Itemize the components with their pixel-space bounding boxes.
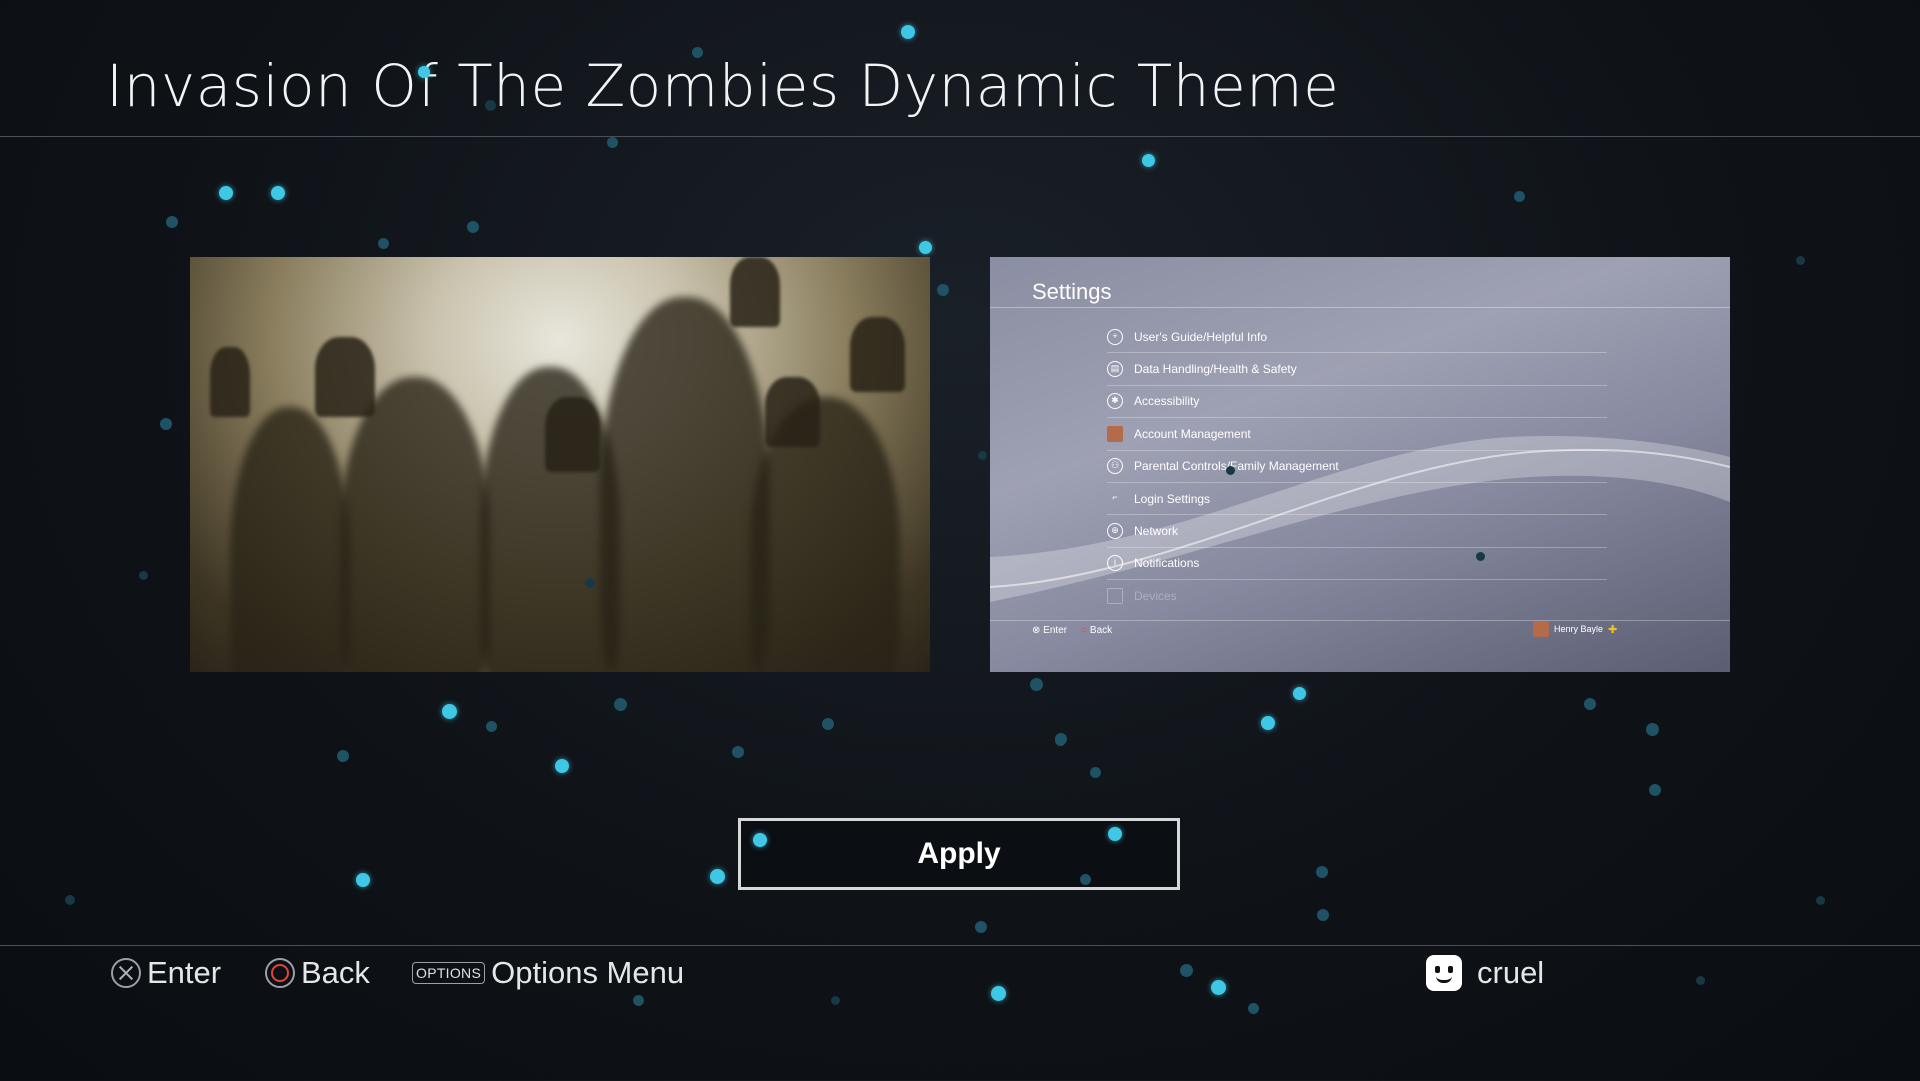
preview-back-label: Back (1089, 625, 1113, 636)
menu-item-label: Accessibility (1134, 394, 1200, 409)
particle (1815, 895, 1825, 905)
list-item: ⚇ Parental Controls/Family Management (1107, 451, 1607, 483)
avatar (1533, 621, 1549, 637)
menu-item-label: Login Settings (1134, 491, 1211, 506)
particle (1795, 255, 1805, 265)
particle (160, 418, 172, 430)
preview-user-name: Henry Bayle (1554, 624, 1604, 634)
menu-item-label: Notifications (1134, 556, 1200, 571)
particle (1316, 866, 1328, 878)
menu-item-label: Data Handling/Health & Safety (1134, 362, 1297, 377)
preview-user: Henry Bayle ✚ (1533, 621, 1617, 637)
preview-settings-menu: + User's Guide/Helpful Info ▤ Data Handlin… (1107, 321, 1607, 612)
parental-controls-icon: ⚇ (1107, 458, 1123, 475)
info-icon: i (1107, 555, 1123, 572)
plus-icon: ✚ (1608, 623, 1618, 636)
header-bar: Invasion Of The Zombies Dynamic Theme (0, 0, 1920, 137)
particle (1089, 766, 1101, 778)
menu-item-label: Parental Controls/Family Management (1134, 459, 1339, 474)
preview-footer-hints: ⊗ Enter ○ Back (1032, 625, 1112, 636)
particle (467, 221, 479, 233)
particle (1645, 722, 1659, 736)
user-indicator[interactable]: cruel (1426, 955, 1544, 991)
menu-item-label: Network (1134, 524, 1179, 539)
circle-button-icon (265, 958, 295, 988)
list-item: Account Management (1107, 418, 1607, 451)
particle (485, 720, 497, 732)
particle (977, 450, 987, 460)
particle (1584, 698, 1596, 710)
particle (732, 746, 744, 758)
back-label: Back (301, 955, 370, 990)
particle (918, 240, 932, 254)
list-item: ▤ Data Handling/Health & Safety (1107, 353, 1607, 386)
user-name: cruel (1477, 955, 1545, 990)
particle (1513, 190, 1525, 202)
devices-icon (1107, 587, 1123, 604)
enter-label: Enter (147, 955, 222, 990)
cross-button-icon (111, 958, 141, 988)
particle (271, 186, 285, 200)
preview-enter-hint: ⊗ Enter (1032, 625, 1068, 636)
preview-back-hint: ○ Back (1081, 625, 1113, 636)
divider (990, 307, 1730, 308)
particle (1141, 153, 1155, 167)
particle (555, 759, 569, 773)
data-handling-icon: ▤ (1107, 361, 1123, 378)
list-item: i Notifications (1107, 548, 1607, 581)
preview-settings-title: Settings (1032, 279, 1112, 304)
particle (1317, 909, 1329, 921)
particle (337, 750, 349, 762)
account-icon (1107, 425, 1123, 442)
list-item: + User's Guide/Helpful Info (1107, 321, 1607, 354)
menu-item-label: Devices (1134, 588, 1177, 603)
particle (975, 921, 987, 933)
options-hint[interactable]: OPTIONS Options Menu (412, 955, 684, 991)
particle (166, 216, 178, 228)
back-hint[interactable]: Back (265, 955, 370, 991)
particle (441, 703, 457, 719)
theme-preview-settings: Settings + User's Guide/Helpful Info ▤ Dat… (990, 257, 1730, 672)
particle (377, 237, 389, 249)
enter-hint[interactable]: Enter (111, 955, 221, 991)
particle (613, 697, 627, 711)
list-item: ⌐ Login Settings (1107, 483, 1607, 516)
particle (1029, 677, 1043, 691)
particle (1055, 733, 1067, 745)
particle (709, 868, 725, 884)
particle (1261, 716, 1275, 730)
page-title: Invasion Of The Zombies Dynamic Theme (106, 52, 1340, 120)
login-icon: ⌐ (1112, 491, 1118, 502)
theme-preview-image (190, 257, 930, 672)
divider (990, 620, 1730, 621)
apply-button[interactable]: Apply (738, 818, 1180, 890)
particle (1292, 686, 1306, 700)
particle (138, 570, 148, 580)
particle (606, 136, 618, 148)
options-label: Options Menu (491, 955, 685, 990)
user-face-icon (1426, 955, 1462, 991)
options-button-icon: OPTIONS (412, 962, 486, 984)
help-icon: + (1107, 328, 1123, 345)
menu-item-label: User's Guide/Helpful Info (1134, 329, 1268, 344)
particle (356, 873, 370, 887)
menu-item-label: Account Management (1134, 426, 1251, 441)
particle (937, 284, 949, 296)
particle (822, 718, 834, 730)
particle (1054, 734, 1066, 746)
list-item: ⊕ Network (1107, 515, 1607, 548)
list-item: Devices (1107, 580, 1607, 611)
particle (219, 186, 233, 200)
list-item: ✱ Accessibility (1107, 386, 1607, 419)
preview-enter-label: Enter (1043, 625, 1068, 636)
particle (1649, 784, 1661, 796)
globe-icon: ⊕ (1107, 523, 1123, 540)
accessibility-icon: ✱ (1107, 393, 1123, 410)
particle (65, 895, 75, 905)
